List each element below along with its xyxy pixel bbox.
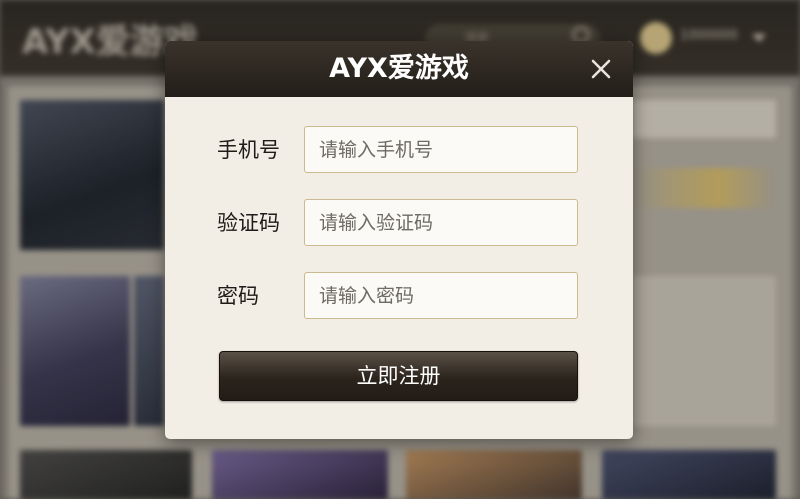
modal-header: AYX爱游戏 xyxy=(165,41,633,97)
close-button[interactable] xyxy=(587,55,615,83)
phone-input[interactable] xyxy=(304,126,578,173)
password-row: 密码 xyxy=(165,272,633,320)
register-button[interactable]: 立即注册 xyxy=(219,351,578,401)
register-modal: AYX爱游戏 手机号 验证码 密码 立即注册 xyxy=(165,41,633,439)
password-label: 密码 xyxy=(217,284,259,308)
modal-title: AYX爱游戏 xyxy=(329,53,469,84)
code-row: 验证码 xyxy=(165,199,633,247)
close-icon xyxy=(591,59,611,79)
code-label: 验证码 xyxy=(217,211,280,235)
phone-row: 手机号 xyxy=(165,126,633,174)
password-input[interactable] xyxy=(304,272,578,319)
phone-label: 手机号 xyxy=(217,138,280,162)
verification-code-input[interactable] xyxy=(304,199,578,246)
